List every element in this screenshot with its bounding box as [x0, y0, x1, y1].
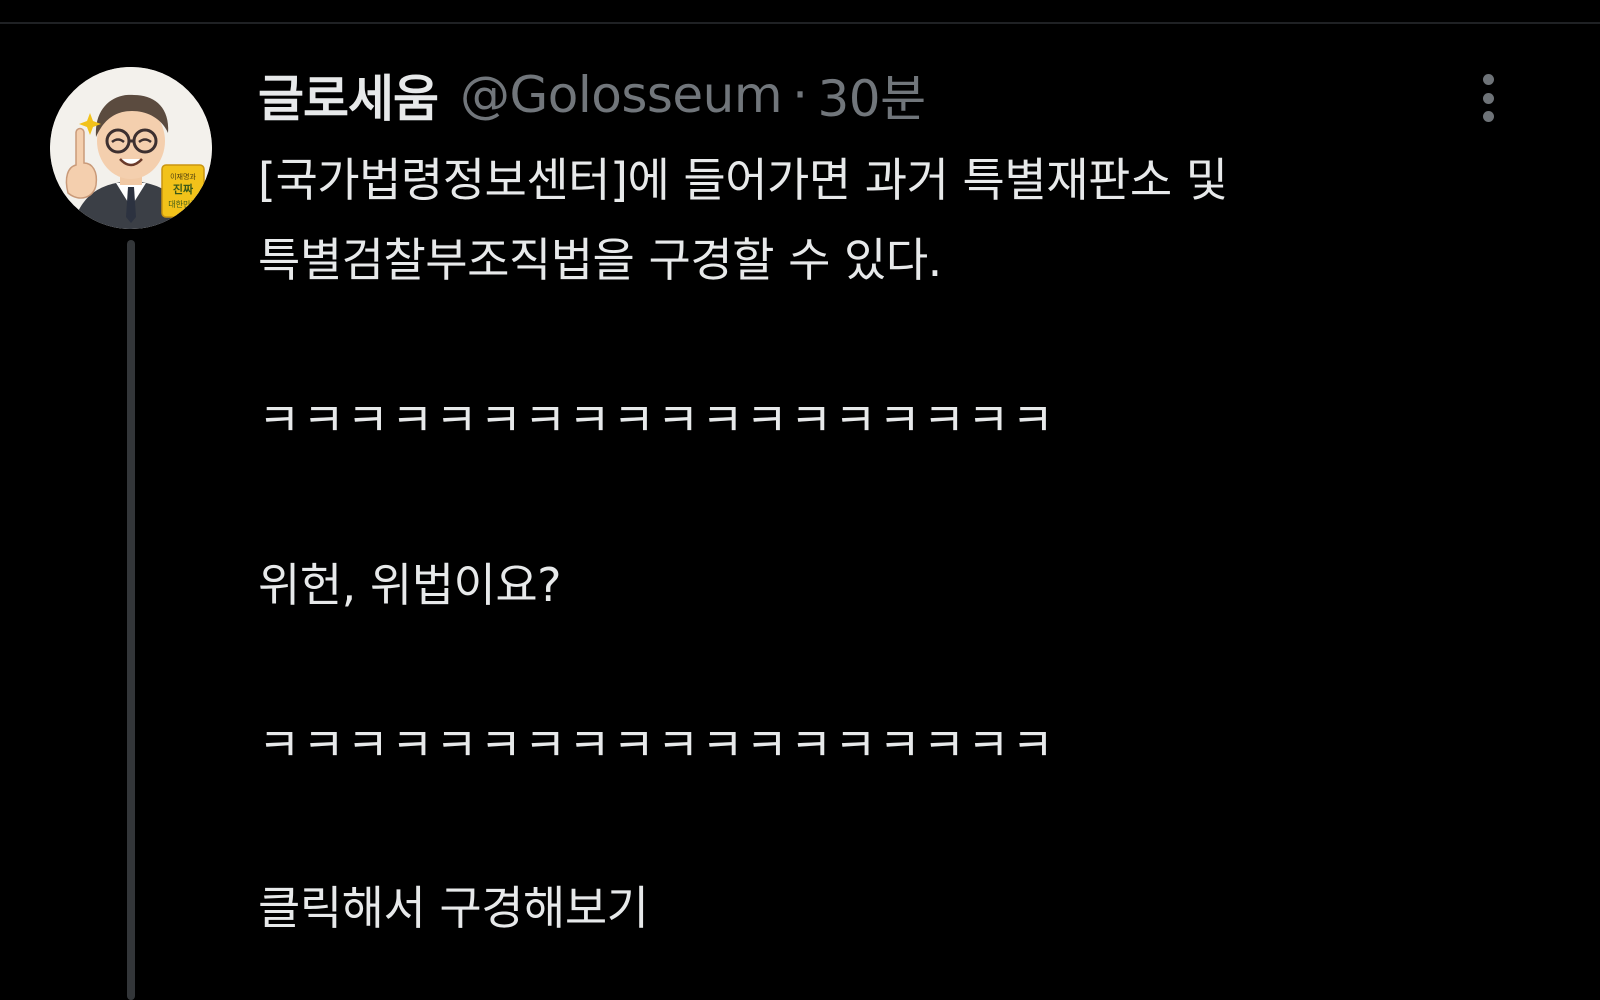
- more-vertical-icon-dot: [1482, 92, 1494, 104]
- tweet-header: 글로세움 @Golosseum · 30분: [258, 62, 926, 128]
- badge-line-2: 진짜: [173, 182, 194, 196]
- tweet-timestamp[interactable]: 30분: [817, 59, 926, 131]
- tweet-text-line: 위헌, 위법이요?: [258, 558, 562, 612]
- more-vertical-icon-dot: [1482, 111, 1494, 122]
- badge-line-1: 이재명과: [170, 172, 196, 181]
- more-vertical-icon: [1482, 74, 1494, 85]
- separator-dot: ·: [792, 66, 808, 124]
- avatar-illustration: 이재명과 진짜 대한민국: [50, 67, 212, 229]
- avatar[interactable]: 이재명과 진짜 대한민국: [50, 67, 212, 229]
- top-divider: [0, 22, 1600, 24]
- tweet-text-line: 특별검찰부조직법을 구경할 수 있다.: [258, 233, 942, 287]
- more-options-button[interactable]: [1468, 68, 1508, 128]
- tweet-text-laughter: ㅋㅋㅋㅋㅋㅋㅋㅋㅋㅋㅋㅋㅋㅋㅋㅋㅋㅋ: [258, 393, 1056, 447]
- tweet-text-line: [국가법령정보센터]에 들어가면 과거 특별재판소 및: [258, 153, 1228, 207]
- tweet-text-link[interactable]: 클릭해서 구경해보기: [258, 873, 1518, 943]
- thread-connector-line: [127, 240, 135, 1000]
- author-display-name[interactable]: 글로세움: [258, 59, 439, 131]
- tweet-text-laughter: ㅋㅋㅋㅋㅋㅋㅋㅋㅋㅋㅋㅋㅋㅋㅋㅋㅋㅋ: [258, 718, 1056, 772]
- author-handle[interactable]: @Golosseum: [460, 66, 783, 124]
- badge-line-3: 대한민국: [168, 199, 197, 209]
